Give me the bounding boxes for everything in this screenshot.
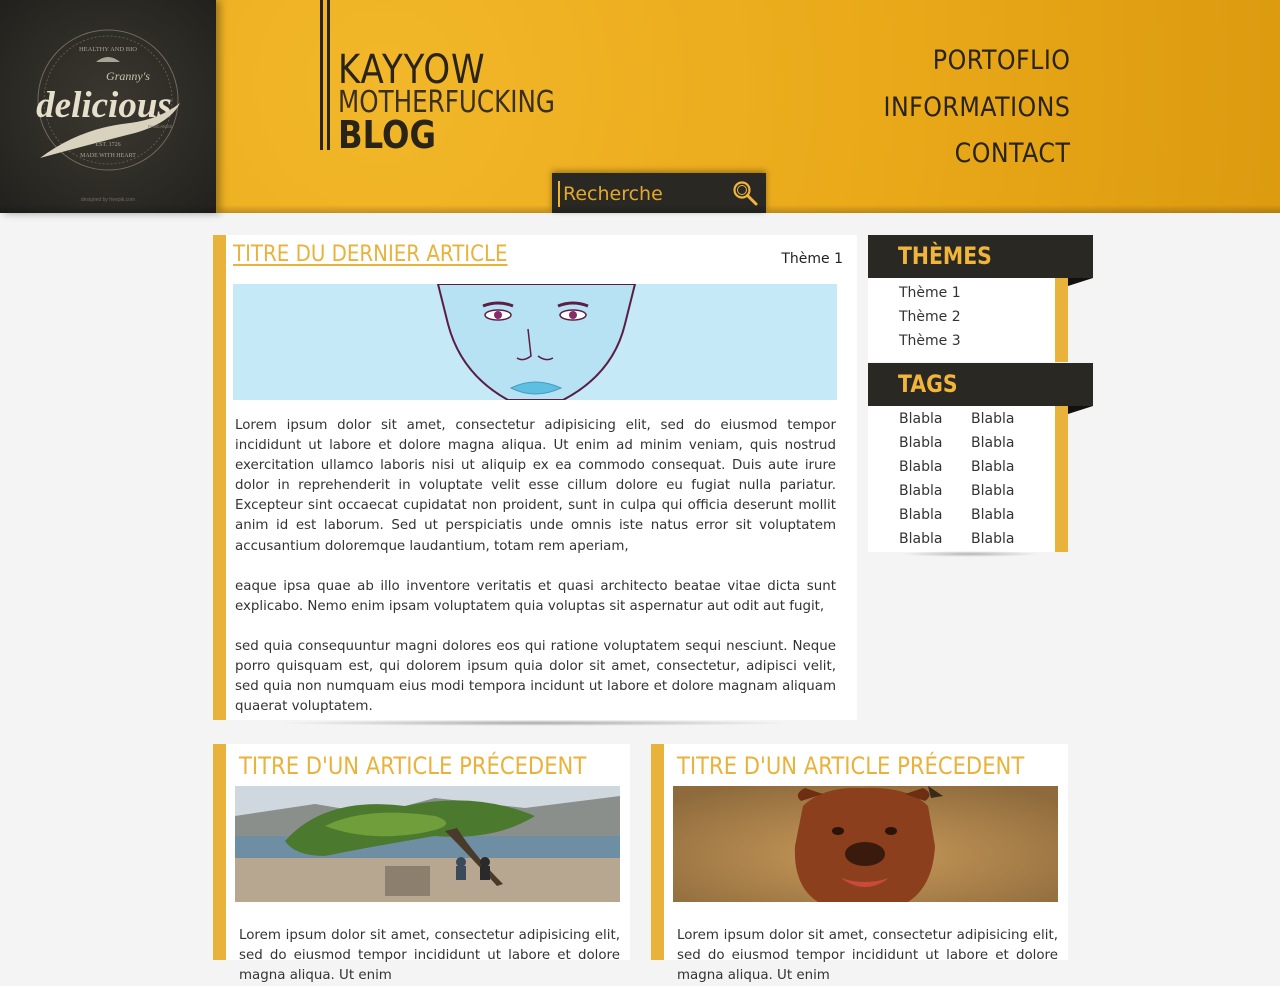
accent-bar [213,235,226,720]
previous-article-title[interactable]: TITRE D'UN ARTICLE PRÉCEDENT [677,752,1024,780]
theme-link-1[interactable]: Thème 1 [899,285,961,301]
brand-line-1: KAYYOW [338,47,486,93]
accent-bar [651,744,664,960]
themes-panel: Thème 1 Thème 2 Thème 3 [868,270,1068,362]
latest-article-title[interactable]: TITRE DU DERNIER ARTICLE [233,242,508,267]
search-icon[interactable] [732,180,758,206]
logo-credit: designed by freepik.com [81,197,135,203]
previous-article-excerpt: Lorem ipsum dolor sit amet, consectetur … [677,928,1058,984]
paragraph: sed quia consequuntur magni dolores eos … [235,638,836,715]
tag-link[interactable]: Blabla [899,483,942,499]
logo-emblem: HEALTHY AND BIO Granny's delicious PANCA… [36,29,180,203]
tags-title: TAGS [898,370,958,398]
tag-link[interactable]: Blabla [971,411,1014,427]
main-nav: PORTOFLIO INFORMATIONS CONTACT [858,38,1070,178]
paragraph: eaque ipsa quae ab illo inventore verita… [235,578,836,614]
logo-bottom-line: MADE WITH HEART [80,153,136,159]
tag-link[interactable]: Blabla [971,507,1014,523]
accent-bar [1055,398,1068,552]
tag-link[interactable]: Blabla [899,531,942,547]
tag-link[interactable]: Blabla [971,531,1014,547]
tag-link[interactable]: Blabla [971,435,1014,451]
logo-script-small: Granny's [106,69,150,83]
tags-panel: Blabla Blabla Blabla Blabla Blabla Blabl… [868,398,1068,552]
latest-article-theme[interactable]: Thème 1 [781,251,843,267]
previous-article-title[interactable]: TITRE D'UN ARTICLE PRÉCEDENT [239,752,586,780]
panel-shadow [900,551,1040,557]
tag-link[interactable]: Blabla [971,459,1014,475]
latest-article-body: Lorem ipsum dolor sit amet, consectetur … [235,416,836,737]
logo-top-line: HEALTHY AND BIO [79,46,137,53]
search-box [552,173,766,213]
site-header: HEALTHY AND BIO Granny's delicious PANCA… [0,0,1280,213]
tags-heading: TAGS [868,363,1093,414]
latest-article-image [233,284,837,400]
previous-article-excerpt: Lorem ipsum dolor sit amet, consectetur … [239,928,620,984]
tag-link[interactable]: Blabla [899,507,942,523]
paragraph: Lorem ipsum dolor sit amet, consectetur … [235,418,836,554]
tag-link[interactable]: Blabla [899,459,942,475]
brand-line-3: BLOG [338,113,437,157]
previous-article-image [235,786,620,902]
logo-subline: PANCAKES [148,124,172,129]
themes-heading: THÈMES [868,235,1093,286]
accent-bar [213,744,226,960]
site-brand[interactable]: KAYYOW MOTHERFUCKING BLOG [338,50,603,154]
search-input[interactable] [558,181,718,207]
theme-link-2[interactable]: Thème 2 [899,309,961,325]
brand-lines [320,0,330,150]
tag-link[interactable]: Blabla [971,483,1014,499]
nav-contact[interactable]: CONTACT [883,131,1070,178]
accent-bar [1055,270,1068,362]
themes-title: THÈMES [898,242,992,270]
nav-informations[interactable]: INFORMATIONS [883,85,1070,132]
previous-article-1: TITRE D'UN ARTICLE PRÉCEDENT Lorem ipsum… [213,744,630,983]
nav-portfolio[interactable]: PORTOFLIO [883,38,1070,85]
tag-link[interactable]: Blabla [899,411,942,427]
logo-est: EST. 1726 [95,142,120,148]
previous-article-image [673,786,1058,902]
latest-article: TITRE DU DERNIER ARTICLE Thème 1 Lorem i… [213,235,857,726]
theme-link-3[interactable]: Thème 3 [899,333,961,349]
previous-article-2: TITRE D'UN ARTICLE PRÉCEDENT Lorem ipsum… [651,744,1068,983]
logo[interactable]: HEALTHY AND BIO Granny's delicious PANCA… [0,0,216,213]
tag-link[interactable]: Blabla [899,435,942,451]
